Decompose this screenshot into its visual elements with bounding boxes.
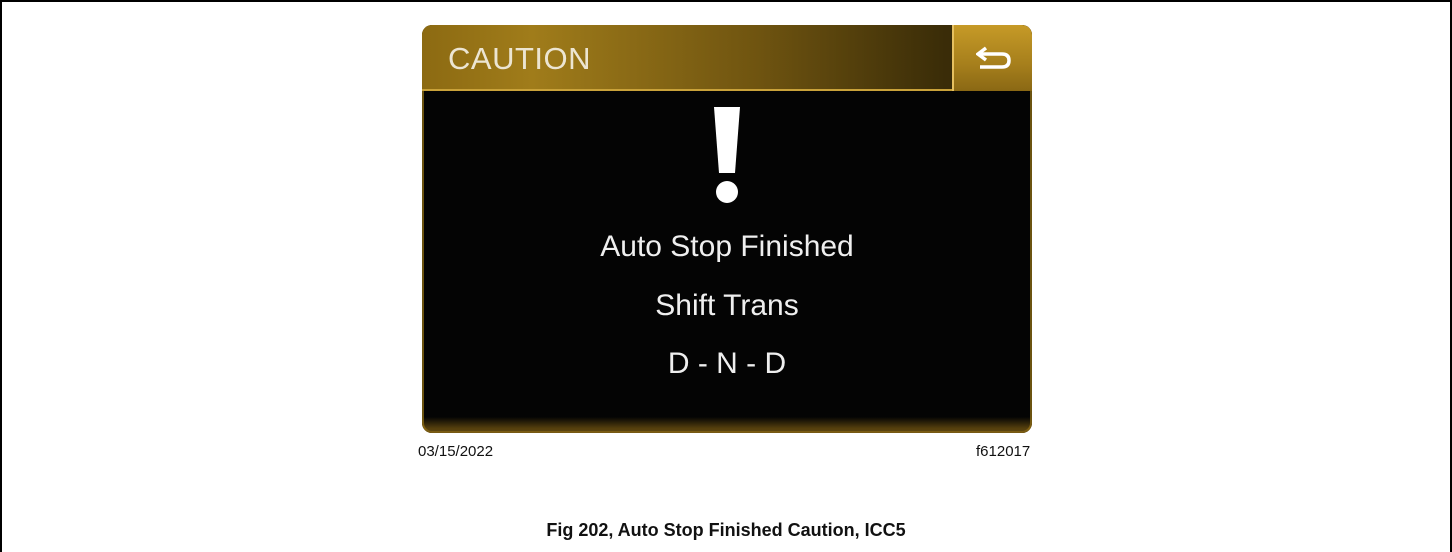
exclamation-icon xyxy=(714,107,740,203)
message-line: D - N - D xyxy=(667,347,787,380)
message-line: Auto Stop Finished xyxy=(600,230,854,263)
figure-caption: Fig 202, Auto Stop Finished Caution, ICC… xyxy=(546,520,906,540)
screen-header: CAUTION xyxy=(422,25,1032,91)
back-button[interactable] xyxy=(952,25,1032,91)
header-title: CAUTION xyxy=(448,41,591,76)
back-arrow-icon xyxy=(976,46,1011,69)
message-line: Shift Trans xyxy=(655,289,799,322)
caution-screen: CAUTION Auto Stop Finished Shift Trans D… xyxy=(422,25,1032,433)
figure-date: 03/15/2022 xyxy=(418,443,494,460)
figure-id: f612017 xyxy=(976,443,1031,460)
